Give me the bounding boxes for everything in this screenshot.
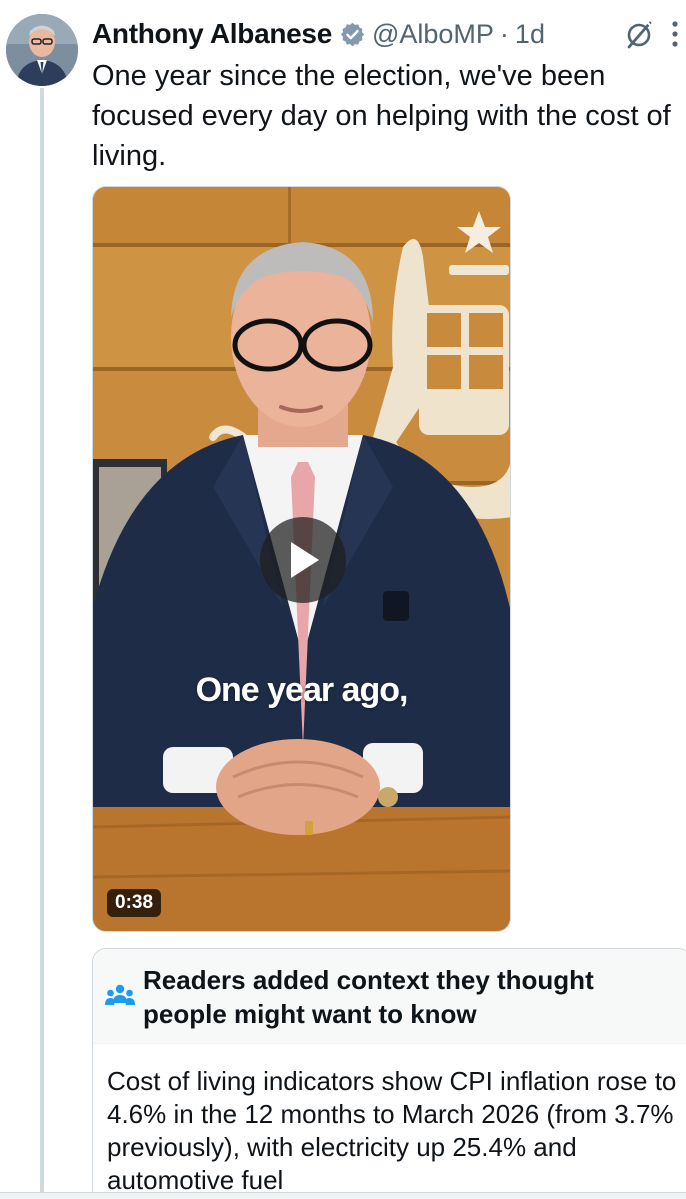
timestamp[interactable]: 1d — [515, 19, 545, 50]
tweet-text: One year since the election, we've been … — [92, 60, 671, 172]
more-icon[interactable] — [668, 18, 682, 50]
separator-dot: · — [499, 18, 509, 49]
video-player[interactable]: One year ago, 0:38 — [92, 186, 511, 932]
community-note-header: Readers added context they thought peopl… — [93, 949, 686, 1044]
grok-icon[interactable] — [624, 20, 654, 50]
thread-line — [40, 88, 44, 1199]
video-duration: 0:38 — [107, 889, 162, 917]
play-button[interactable] — [260, 517, 346, 603]
community-note[interactable]: Readers added context they thought peopl… — [92, 948, 686, 1199]
people-icon — [105, 984, 135, 1005]
play-icon — [291, 542, 319, 578]
avatar-image — [6, 14, 78, 86]
community-note-title: Readers added context they thought peopl… — [143, 965, 594, 1029]
video-caption: One year ago, — [195, 671, 409, 709]
tweet-screen: Anthony Albanese @AlboMP · 1d One year s… — [0, 0, 686, 1199]
community-note-body: Cost of living indicators show CPI infla… — [107, 1066, 677, 1195]
avatar[interactable] — [6, 14, 78, 86]
tweet-header: Anthony Albanese @AlboMP · 1d — [92, 14, 545, 54]
author-name[interactable]: Anthony Albanese — [92, 18, 332, 50]
author-handle[interactable]: @AlboMP — [372, 19, 494, 50]
bottom-edge — [0, 1192, 686, 1199]
verified-badge-icon — [340, 22, 365, 46]
